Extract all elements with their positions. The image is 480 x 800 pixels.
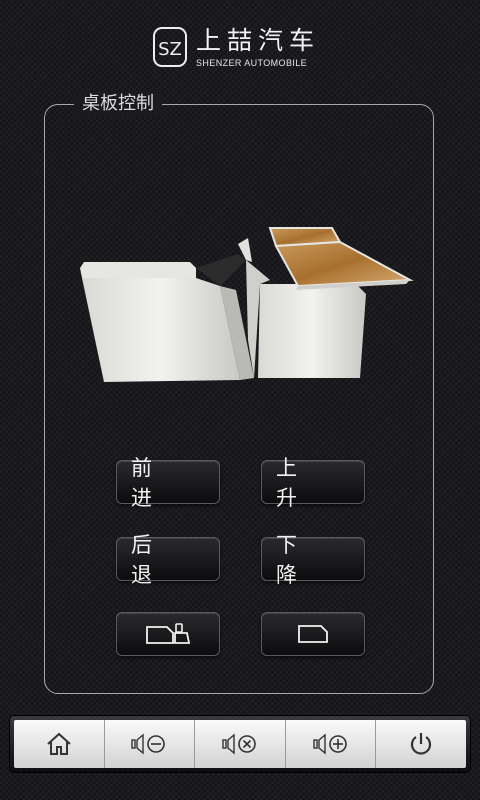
brand-logo: SZ 上喆汽车 SHENZER AUTOMOBILE (152, 24, 332, 72)
console-table-image (80, 227, 414, 382)
home-button[interactable] (14, 720, 105, 768)
power-icon (411, 733, 432, 755)
volume-down-icon (131, 733, 166, 755)
backward-button[interactable]: 后 退 (116, 533, 220, 587)
volume-down-button[interactable] (105, 720, 196, 768)
svg-text:SZ: SZ (158, 39, 182, 60)
down-button[interactable]: 下 降 (261, 533, 365, 587)
volume-up-icon (312, 733, 347, 755)
logo-mark-icon: SZ (153, 27, 187, 67)
tray-retract-icon (298, 625, 328, 643)
power-button[interactable] (376, 720, 466, 768)
brand-name-en: SHENZER AUTOMOBILE (196, 58, 308, 68)
home-icon (47, 732, 71, 755)
tray-retract-button[interactable] (261, 612, 365, 656)
bottom-toolbar (10, 716, 470, 772)
mute-button[interactable] (195, 720, 286, 768)
forward-button[interactable]: 前 进 (116, 456, 220, 510)
tray-extend-button[interactable] (116, 612, 220, 656)
volume-up-button[interactable] (286, 720, 377, 768)
mute-icon (222, 733, 256, 755)
up-button[interactable]: 上 升 (261, 456, 365, 510)
brand-name-cn: 上喆汽车 (196, 26, 321, 55)
panel-title: 桌板控制 (74, 92, 162, 116)
tray-extend-icon (146, 623, 191, 644)
